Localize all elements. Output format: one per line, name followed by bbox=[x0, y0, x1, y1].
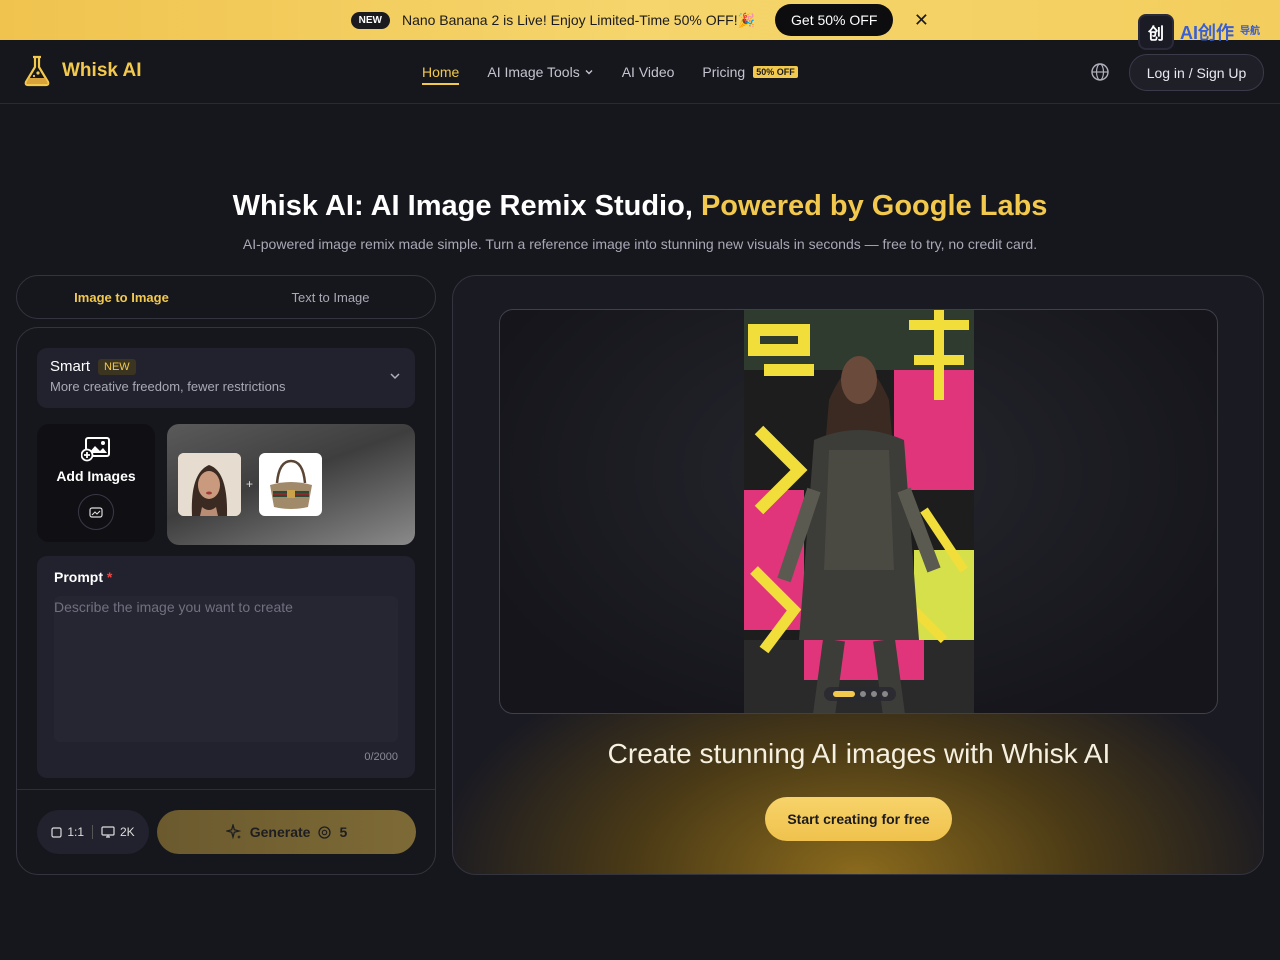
showcase-panel: Create stunning AI images with Whisk AI … bbox=[452, 275, 1264, 875]
nav-ai-image-tools-label: AI Image Tools bbox=[487, 64, 580, 80]
add-image-icon bbox=[81, 437, 110, 462]
login-signup-button[interactable]: Log in / Sign Up bbox=[1129, 54, 1264, 91]
model-name: Smart bbox=[50, 358, 91, 375]
nav-pricing[interactable]: Pricing 50% OFF bbox=[702, 40, 798, 104]
showcase-image bbox=[744, 310, 974, 713]
brand-name: Whisk AI bbox=[62, 60, 142, 81]
nav-ai-video[interactable]: AI Video bbox=[622, 40, 675, 104]
pricing-discount-badge: 50% OFF bbox=[753, 66, 798, 78]
prompt-label: Prompt * bbox=[54, 569, 112, 585]
aspect-ratio-option[interactable]: 1:1 bbox=[51, 825, 84, 839]
main-menu: Home AI Image Tools AI Video Pricing 50%… bbox=[422, 40, 798, 104]
top-nav: Whisk AI Home AI Image Tools AI Video Pr… bbox=[0, 40, 1280, 104]
model-new-badge: NEW bbox=[98, 358, 136, 375]
aspect-ratio-value: 1:1 bbox=[67, 825, 84, 839]
required-mark: * bbox=[106, 569, 113, 585]
mode-tabs: Image to Image Text to Image bbox=[16, 275, 436, 319]
corner-logo-sub: 导航 bbox=[1240, 26, 1260, 37]
prompt-label-text: Prompt bbox=[54, 569, 103, 585]
prompt-char-counter: 0/2000 bbox=[364, 751, 398, 763]
page-title-main: Whisk AI: AI Image Remix Studio, bbox=[232, 190, 701, 222]
generate-label: Generate bbox=[249, 824, 311, 840]
output-options[interactable]: 1:1 2K bbox=[37, 810, 149, 854]
nav-ai-video-label: AI Video bbox=[621, 64, 675, 80]
carousel-dot[interactable] bbox=[859, 691, 866, 697]
promo-message: Nano Banana 2 is Live! Enjoy Limited-Tim… bbox=[401, 11, 756, 28]
prompt-section: Prompt * 0/2000 bbox=[37, 556, 415, 778]
new-badge: NEW bbox=[350, 11, 390, 29]
chevron-down-icon bbox=[390, 373, 400, 380]
page-subtitle: AI-powered image remix made simple. Turn… bbox=[242, 236, 1038, 252]
tab-image-to-image[interactable]: Image to Image bbox=[17, 290, 226, 305]
nav-home-label: Home bbox=[422, 64, 460, 80]
nav-pricing-label: Pricing bbox=[702, 64, 746, 80]
promo-cta-button[interactable]: Get 50% OFF bbox=[775, 4, 894, 36]
options-separator bbox=[92, 825, 93, 839]
tab-text-to-image[interactable]: Text to Image bbox=[226, 290, 435, 305]
carousel-dot[interactable] bbox=[870, 691, 877, 697]
model-description: More creative freedom, fewer restriction… bbox=[50, 379, 286, 394]
square-icon bbox=[51, 826, 62, 838]
generate-credits: 5 bbox=[339, 824, 348, 840]
resolution-value: 2K bbox=[120, 825, 135, 839]
add-images-button[interactable]: Add Images bbox=[37, 424, 155, 542]
flask-icon bbox=[24, 55, 50, 87]
image-library-icon bbox=[89, 507, 103, 518]
add-images-label: Add Images bbox=[56, 468, 136, 484]
promo-banner: NEW Nano Banana 2 is Live! Enjoy Limited… bbox=[0, 0, 1280, 40]
prompt-input[interactable] bbox=[54, 596, 398, 742]
model-selector[interactable]: Smart NEW More creative freedom, fewer r… bbox=[37, 348, 415, 408]
showcase-carousel[interactable] bbox=[499, 309, 1218, 714]
page-title-highlight: Powered by Google Labs bbox=[700, 190, 1048, 222]
sparkle-icon bbox=[225, 824, 242, 840]
chevron-down-icon bbox=[585, 70, 593, 75]
example-handbag-image bbox=[259, 453, 322, 516]
carousel-indicator bbox=[824, 687, 896, 701]
nav-ai-image-tools[interactable]: AI Image Tools bbox=[487, 40, 593, 104]
example-portrait-image bbox=[178, 453, 241, 516]
example-images-preview: + bbox=[167, 424, 415, 545]
showcase-title: Create stunning AI images with Whisk AI bbox=[607, 738, 1111, 769]
brand-logo[interactable]: Whisk AI bbox=[22, 54, 142, 88]
panel-divider bbox=[17, 789, 435, 790]
image-library-button[interactable] bbox=[78, 494, 114, 530]
carousel-dot-active[interactable] bbox=[832, 691, 855, 697]
globe-icon[interactable] bbox=[1090, 62, 1110, 82]
carousel-dot[interactable] bbox=[881, 691, 888, 697]
plus-icon: + bbox=[246, 477, 254, 491]
generator-panel: Smart NEW More creative freedom, fewer r… bbox=[16, 327, 436, 875]
page-title: Whisk AI: AI Image Remix Studio, Powered… bbox=[0, 190, 1280, 223]
credit-coin-icon bbox=[318, 825, 332, 839]
start-creating-button[interactable]: Start creating for free bbox=[765, 797, 952, 841]
monitor-icon bbox=[101, 826, 115, 838]
resolution-option[interactable]: 2K bbox=[101, 825, 135, 839]
generate-button[interactable]: Generate 5 bbox=[157, 810, 416, 854]
close-icon[interactable]: ✕ bbox=[913, 10, 929, 31]
nav-home[interactable]: Home bbox=[422, 40, 460, 104]
